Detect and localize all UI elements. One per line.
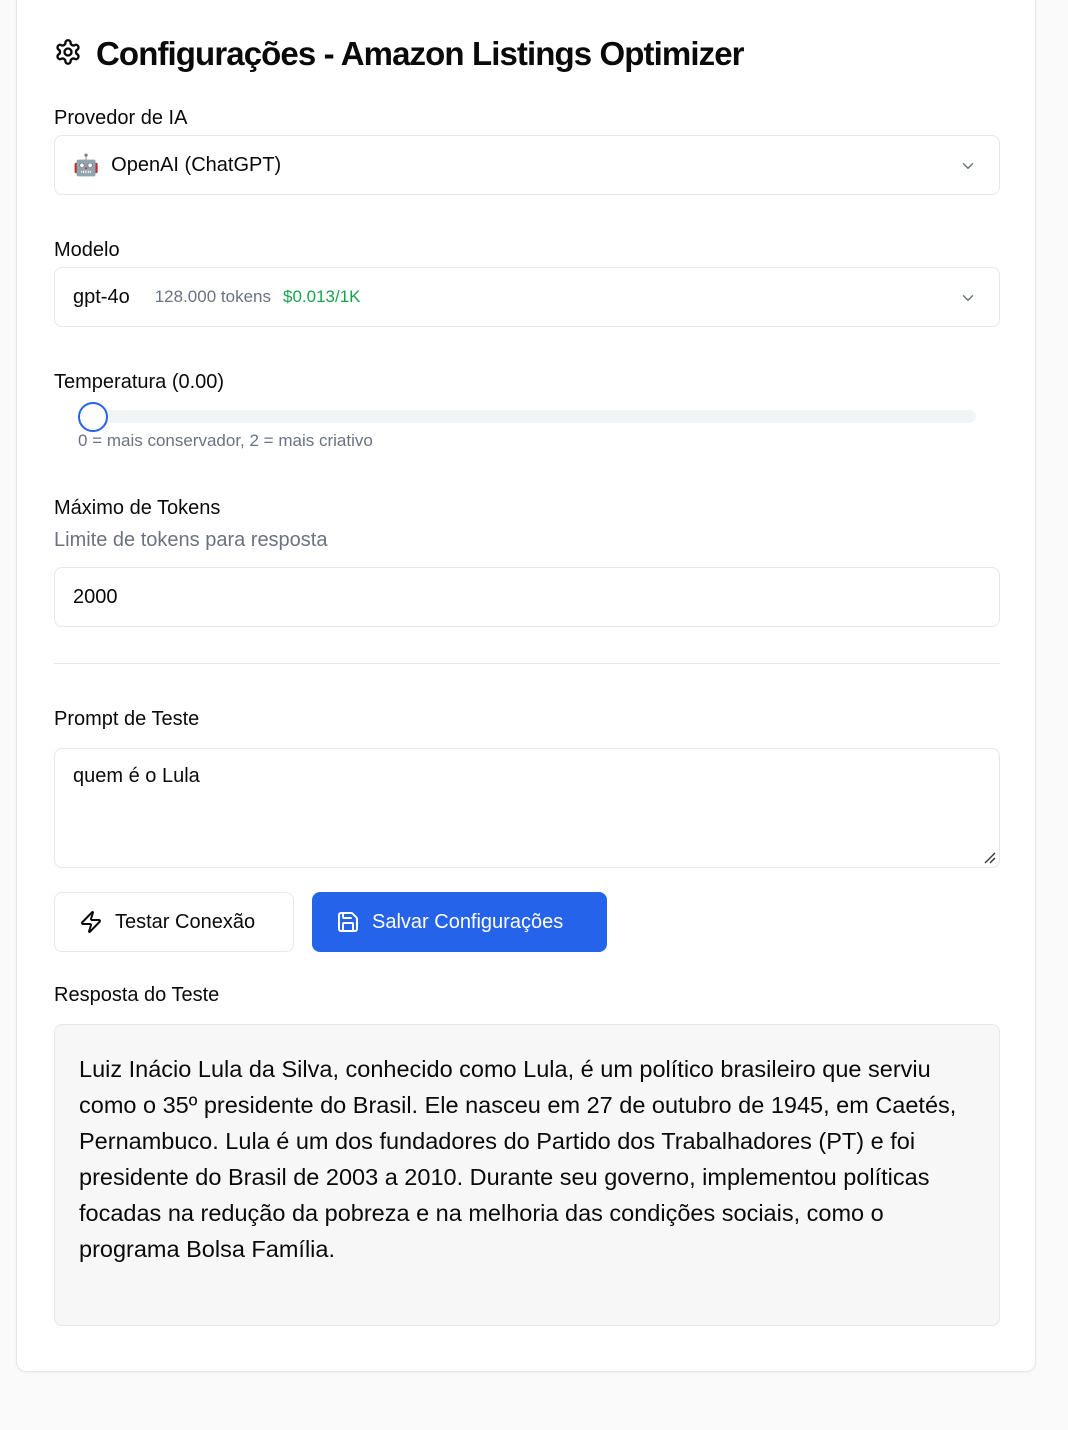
test-connection-label: Testar Conexão (115, 910, 256, 933)
temperature-label: Temperatura (0.00) (54, 371, 225, 393)
model-select[interactable]: gpt-4o 128.000 tokens $0.013/1K (54, 267, 1000, 327)
temperature-hint: 0 = mais conservador, 2 = mais criativo (78, 431, 373, 450)
chevron-down-icon (962, 295, 974, 301)
gear-icon (54, 38, 82, 71)
temperature-slider-track[interactable] (79, 410, 976, 423)
test-response-text: Luiz Inácio Lula da Silva, conhecido com… (79, 1056, 957, 1262)
model-label: Modelo (54, 239, 120, 261)
model-price: $0.013/1K (282, 287, 361, 306)
model-selected-name: gpt-4o (73, 285, 130, 308)
section-divider (54, 663, 1000, 664)
max-tokens-label: Máximo de Tokens (54, 497, 221, 519)
test-prompt-textarea[interactable]: quem é o Lula (54, 748, 1000, 868)
settings-card: Configurações - Amazon Listings Optimize… (16, 0, 1036, 1372)
test-prompt-value: quem é o Lula (73, 765, 200, 787)
provider-selected-value: OpenAI (ChatGPT) (111, 153, 282, 176)
save-settings-button[interactable]: Salvar Configurações (312, 892, 607, 952)
test-connection-button[interactable]: Testar Conexão (54, 892, 294, 952)
page-title: Configurações - Amazon Listings Optimize… (96, 35, 745, 72)
provider-label: Provedor de IA (54, 107, 188, 129)
max-tokens-input[interactable]: 2000 (54, 567, 1000, 627)
robot-icon: 🤖 (73, 153, 100, 177)
page-header: Configurações - Amazon Listings Optimize… (54, 35, 745, 73)
resize-handle-icon[interactable] (982, 850, 996, 864)
max-tokens-description: Limite de tokens para resposta (54, 529, 328, 551)
provider-select[interactable]: 🤖 OpenAI (ChatGPT) (54, 135, 1000, 195)
test-response-box: Luiz Inácio Lula da Silva, conhecido com… (54, 1024, 1000, 1326)
test-response-label: Resposta do Teste (54, 984, 220, 1006)
temperature-slider-thumb[interactable] (78, 402, 108, 432)
zap-icon (81, 911, 101, 933)
save-icon (338, 912, 358, 932)
save-settings-label: Salvar Configurações (372, 910, 564, 933)
model-token-count: 128.000 tokens (154, 287, 271, 306)
test-prompt-label: Prompt de Teste (54, 708, 200, 730)
chevron-down-icon (962, 163, 974, 169)
